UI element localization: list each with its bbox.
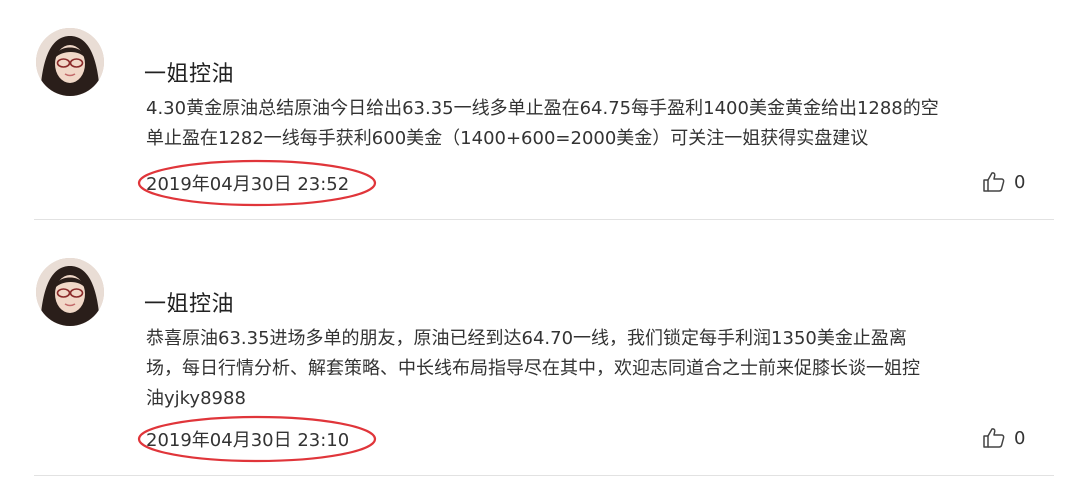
- timestamp-container: 2019年04月30日 23:52: [136, 156, 378, 208]
- divider: [34, 475, 1054, 476]
- avatar[interactable]: [36, 258, 104, 326]
- avatar-image: [36, 258, 104, 326]
- timestamp: 2019年04月30日 23:52: [146, 174, 350, 195]
- comment-text-line: 4.30黄金原油总结原油今日给出63.35一线多单止盈在64.75每手盈利140…: [146, 98, 939, 119]
- username[interactable]: 一姐控油: [144, 56, 234, 88]
- thumbs-up-icon: [983, 428, 1005, 448]
- comment-text-line: 单止盈在1282一线每手获利600美金（1400+600=2000美金）可关注一…: [146, 128, 869, 149]
- avatar[interactable]: [36, 28, 104, 96]
- comment-text: 恭喜原油63.35进场多单的朋友，原油已经到达64.70一线，我们锁定每手利润1…: [146, 324, 1054, 414]
- comment-text-line: 油yjky8988: [146, 388, 246, 409]
- timestamp-container: 2019年04月30日 23:10: [136, 412, 378, 464]
- comment-text-line: 恭喜原油63.35进场多单的朋友，原油已经到达64.70一线，我们锁定每手利润1…: [146, 328, 907, 349]
- like-button[interactable]: 0: [982, 169, 1042, 195]
- comment-item: 一姐控油 4.30黄金原油总结原油今日给出63.35一线多单止盈在64.75每手…: [0, 0, 1069, 220]
- comment-text: 4.30黄金原油总结原油今日给出63.35一线多单止盈在64.75每手盈利140…: [146, 94, 1054, 154]
- username[interactable]: 一姐控油: [144, 286, 234, 318]
- timestamp: 2019年04月30日 23:10: [146, 430, 350, 451]
- like-count: 0: [1014, 171, 1026, 193]
- comment-item: 一姐控油 恭喜原油63.35进场多单的朋友，原油已经到达64.70一线，我们锁定…: [0, 220, 1069, 476]
- like-button[interactable]: 0: [982, 425, 1042, 451]
- thumbs-up-icon: [983, 172, 1005, 192]
- avatar-image: [36, 28, 104, 96]
- like-count: 0: [1014, 427, 1026, 449]
- comment-text-line: 场，每日行情分析、解套策略、中长线布局指导尽在其中，欢迎志同道合之士前来促膝长谈…: [146, 358, 920, 379]
